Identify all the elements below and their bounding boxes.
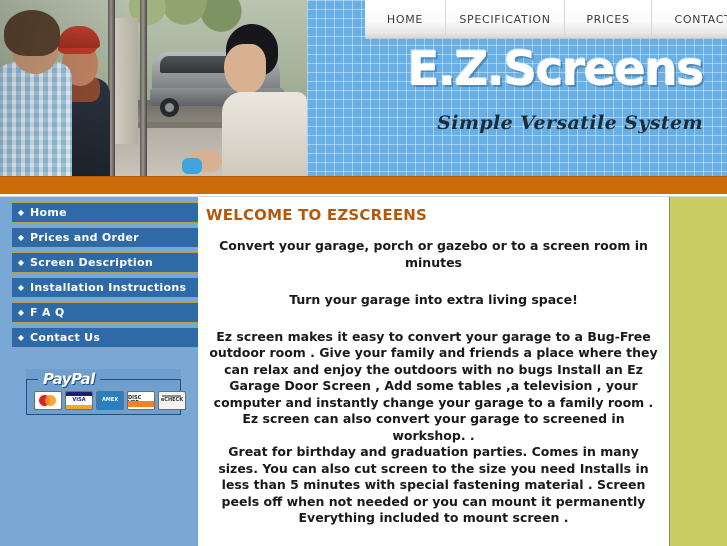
sidebar-item-prices-and-order[interactable]: ◆ Prices and Order: [12, 227, 198, 248]
sidebar-item-faq[interactable]: ◆ F A Q: [12, 302, 198, 323]
diamond-bullet-icon: ◆: [17, 307, 25, 317]
echeck-label: eCHECK: [160, 397, 184, 403]
paypal-badge[interactable]: PayPal VISA AMEX DISC VER eCHECK: [26, 369, 186, 415]
body-paragraph-2: Great for birthday and graduation partie…: [218, 444, 649, 525]
site-header: HOME SPECIFICATION PRICES CONTACT FAQ E.…: [0, 0, 727, 176]
discover-icon: DISC VER: [127, 391, 155, 410]
sidebar: ◆ Home ◆ Prices and Order ◆ Screen Descr…: [0, 196, 198, 546]
sidebar-item-label: Installation Instructions: [30, 281, 187, 294]
sidebar-item-label: Prices and Order: [30, 231, 139, 244]
top-navigation[interactable]: HOME SPECIFICATION PRICES CONTACT FAQ: [365, 0, 727, 39]
amex-label: AMEX: [101, 397, 119, 403]
nav-item-specification[interactable]: SPECIFICATION: [446, 0, 565, 38]
amex-icon: AMEX: [96, 391, 124, 410]
intro-paragraph-1: Convert your garage, porch or gazebo or …: [219, 238, 648, 270]
sidebar-item-label: Home: [30, 206, 67, 219]
nav-item-prices[interactable]: PRICES: [565, 0, 652, 38]
sidebar-item-screen-description[interactable]: ◆ Screen Description: [12, 252, 198, 273]
echeck-icon: eCHECK: [158, 391, 186, 410]
visa-label: VISA: [72, 397, 86, 403]
site-logo: E.Z.Screens Simple Versatile System: [365, 42, 715, 135]
right-accent-column: [669, 196, 727, 546]
orange-divider-bar: [0, 176, 727, 194]
diamond-bullet-icon: ◆: [17, 282, 25, 292]
body-paragraph-1: Ez screen makes it easy to convert your …: [209, 328, 658, 443]
diamond-bullet-icon: ◆: [17, 232, 25, 242]
sidebar-item-contact-us[interactable]: ◆ Contact Us: [12, 327, 198, 348]
sidebar-item-label: Screen Description: [30, 256, 153, 269]
header-photo: [0, 0, 307, 176]
accepted-cards: VISA AMEX DISC VER eCHECK: [34, 391, 186, 410]
diamond-bullet-icon: ◆: [17, 332, 25, 342]
sidebar-menu: ◆ Home ◆ Prices and Order ◆ Screen Descr…: [0, 197, 198, 348]
main-content: WELCOME TO EZSCREENS Convert your garage…: [198, 196, 669, 546]
intro-paragraph-2: Turn your garage into extra living space…: [289, 292, 578, 307]
nav-item-contact[interactable]: CONTACT: [652, 0, 727, 38]
sidebar-item-label: F A Q: [30, 306, 65, 319]
logo-tagline: Simple Versatile System: [437, 112, 703, 134]
diamond-bullet-icon: ◆: [17, 207, 25, 217]
page-title: WELCOME TO EZSCREENS: [206, 206, 428, 224]
visa-icon: VISA: [65, 391, 93, 410]
mastercard-icon: [34, 391, 62, 410]
sidebar-item-label: Contact Us: [30, 331, 101, 344]
diamond-bullet-icon: ◆: [17, 257, 25, 267]
paypal-logo: PayPal: [38, 370, 100, 388]
logo-title: E.Z.Screens: [407, 42, 705, 97]
photo-shading: [0, 0, 307, 176]
sidebar-item-installation-instructions[interactable]: ◆ Installation Instructions: [12, 277, 198, 298]
nav-item-home[interactable]: HOME: [365, 0, 446, 38]
sidebar-item-home[interactable]: ◆ Home: [12, 202, 198, 223]
